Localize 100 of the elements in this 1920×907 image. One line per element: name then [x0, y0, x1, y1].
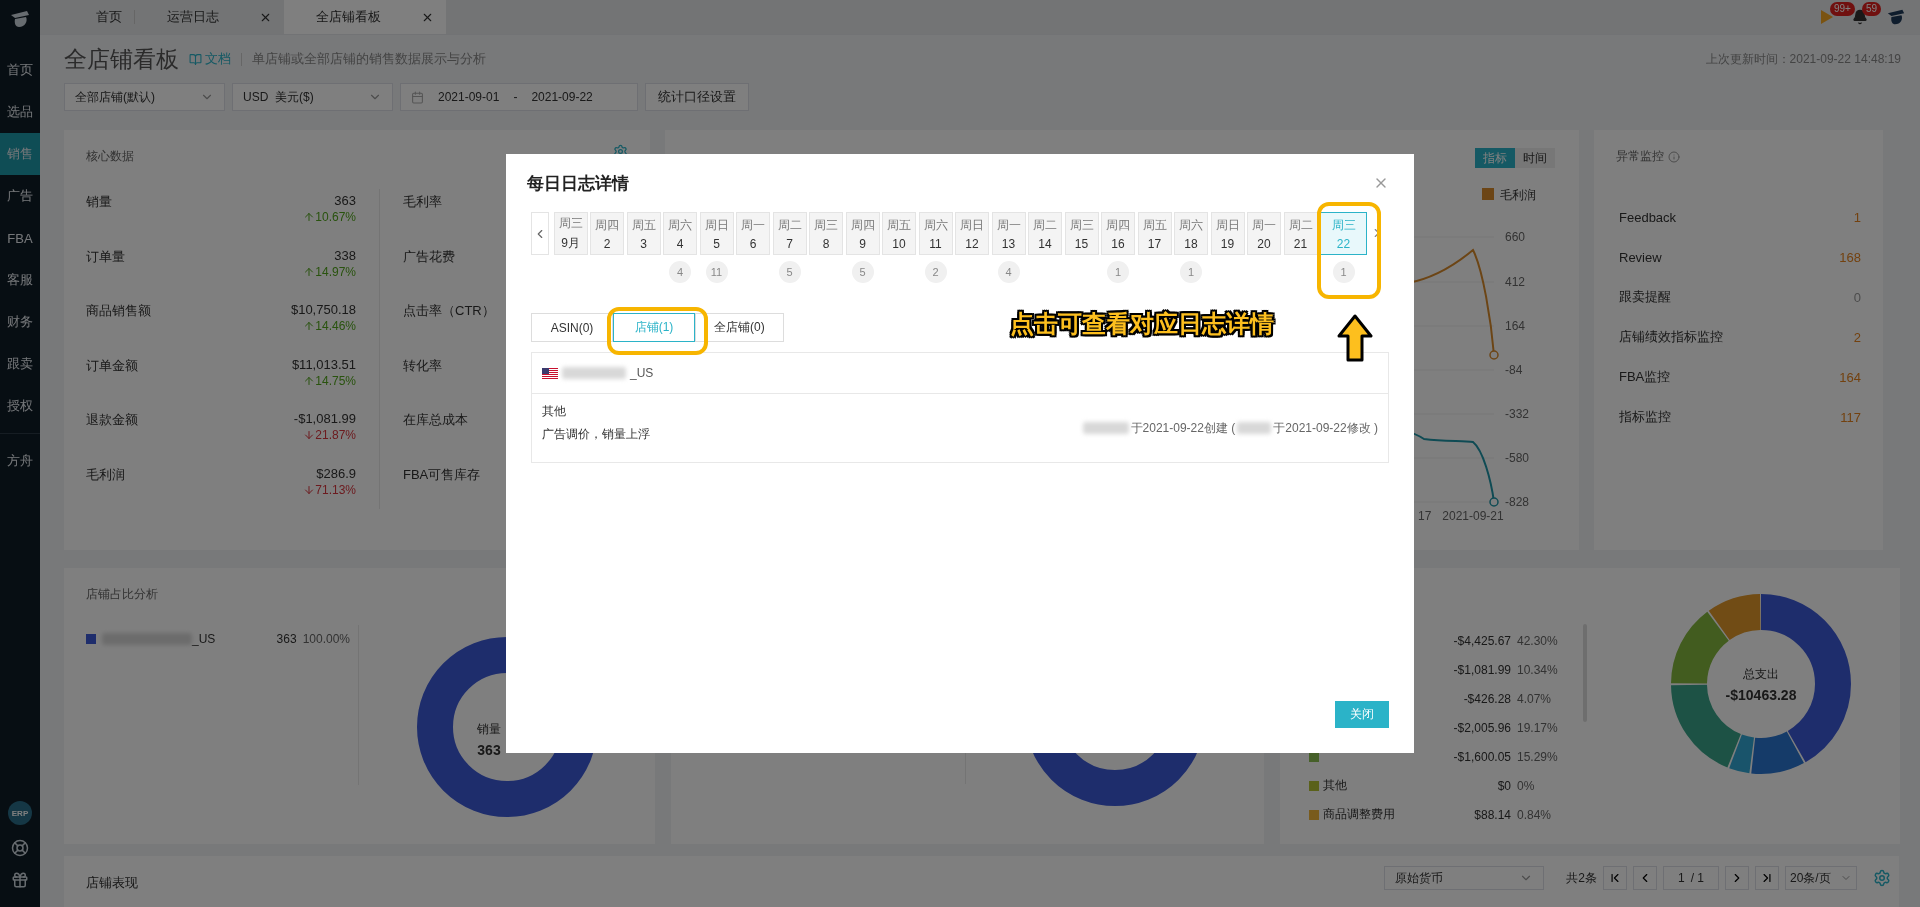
sidebar-item[interactable]: 跟卖 — [0, 343, 40, 385]
date-range-field[interactable]: 2021-09-01 - 2021-09-22 — [400, 83, 638, 111]
count-badge: 59 — [1862, 2, 1882, 16]
date-cell[interactable]: 周五 10 — [882, 212, 916, 255]
page-indicator[interactable]: 1 / 1 — [1663, 866, 1719, 890]
date-cell[interactable]: 周一 20 — [1247, 212, 1281, 255]
gift-icon[interactable] — [11, 871, 29, 889]
flag-icon[interactable] — [1820, 9, 1834, 25]
expense-percent: 4.07% — [1517, 691, 1553, 706]
log-count-badge: 2 — [924, 261, 947, 283]
log-count-badge: 5 — [778, 261, 801, 283]
avatar-icon[interactable] — [1886, 7, 1906, 27]
currency-select[interactable]: USD 美元($) — [232, 83, 393, 111]
store-name: _US — [192, 632, 216, 646]
monitor-label: 店铺绩效指标监控 — [1619, 328, 1723, 346]
metric-label: 订单量 — [86, 247, 125, 266]
card-title: 核心数据 — [86, 148, 134, 165]
annotation-text: 点击可查看对应日志详情 — [1010, 309, 1274, 339]
metric-label: 订单金额 — [86, 356, 138, 375]
expense-value: $88.14 — [1473, 807, 1512, 822]
expense-percent: 15.29% — [1517, 749, 1559, 764]
date-cell[interactable]: 周一 6 — [736, 212, 770, 255]
sidebar-item[interactable]: 客服 — [0, 259, 40, 301]
axis-tick-label: -580 — [1505, 451, 1530, 465]
close-button[interactable]: 关闭 — [1335, 701, 1389, 728]
metric-change: 71.13% — [303, 482, 356, 497]
erp-badge[interactable]: ERP — [8, 801, 32, 825]
date-cell[interactable]: 周日 12 — [955, 212, 989, 255]
bell-icon[interactable] — [1852, 9, 1868, 25]
date-cell[interactable]: 周六 18 — [1174, 212, 1208, 255]
log-count-badge: 4 — [997, 261, 1020, 283]
date-cell[interactable]: 周五 17 — [1137, 212, 1172, 255]
monitor-count: 164 — [1839, 369, 1861, 385]
page-tab[interactable]: 运营日志 — [135, 0, 284, 34]
sidebar-item[interactable]: 方舟 — [0, 440, 40, 482]
date-cell[interactable]: 周三 22 — [1320, 212, 1367, 255]
date-cell[interactable]: 周五 3 — [626, 212, 661, 255]
sidebar-item[interactable]: FBA — [0, 217, 40, 259]
date-cell[interactable]: 周六 11 — [918, 212, 953, 255]
donut-label: 销量 — [477, 721, 501, 738]
up-arrow-icon — [1337, 314, 1373, 362]
sidebar-item[interactable]: 首页 — [0, 49, 40, 91]
card-title: 异常监控 — [1616, 148, 1664, 165]
axis-tick-label: 17 — [1418, 509, 1432, 523]
last-page-icon — [1760, 871, 1774, 885]
date-cell[interactable]: 周二 21 — [1283, 212, 1318, 255]
date-cell[interactable]: 周四 9 — [845, 212, 880, 255]
date-cell[interactable]: 周二 7 — [772, 212, 807, 255]
down-arrow-icon — [303, 483, 316, 496]
date-cell[interactable]: 周四 16 — [1101, 212, 1135, 255]
log-count-badge: 1 — [1180, 261, 1202, 283]
date-cell[interactable]: 周四 2 — [590, 212, 624, 255]
expense-value: $0 — [1496, 778, 1512, 793]
donut-label: 总支出 — [1743, 666, 1779, 683]
blurred-text — [1082, 422, 1129, 434]
dialog-title: 每日日志详情 — [527, 172, 629, 195]
page-tab[interactable]: 全店铺看板 — [284, 0, 446, 34]
date-cell[interactable]: 周三 8 — [809, 212, 843, 255]
log-tab[interactable]: 店铺(1) — [613, 313, 695, 342]
currency-select[interactable]: 原始货币 — [1384, 866, 1545, 890]
page-size-select[interactable]: 20条/页 — [1785, 866, 1857, 890]
date-cell[interactable]: 周三 9月 — [553, 212, 588, 255]
last-page-button[interactable] — [1755, 866, 1779, 890]
sidebar-item[interactable]: 选品 — [0, 91, 40, 133]
expense-percent: 19.17% — [1517, 720, 1559, 735]
expense-percent: 0.84% — [1517, 807, 1553, 822]
date-cell[interactable]: 周二 14 — [1028, 212, 1062, 255]
sidebar-item[interactable]: 广告 — [0, 175, 40, 217]
metric-change: 14.97% — [303, 264, 356, 279]
data-point — [1489, 497, 1499, 507]
calendar-icon — [411, 90, 424, 104]
date-cell[interactable]: 周六 4 — [663, 212, 697, 255]
first-page-icon — [1608, 871, 1622, 885]
axis-tick-label: -84 — [1505, 363, 1523, 377]
axis-tick-label: 412 — [1505, 275, 1526, 289]
metric-value: 363 — [334, 193, 356, 208]
sidebar-item[interactable]: 财务 — [0, 301, 40, 343]
created-info: 于2021-09-22创建 ( — [1130, 419, 1236, 437]
store-select[interactable]: 全部店铺(默认) — [64, 83, 225, 111]
log-tab[interactable]: 全店铺(0) — [695, 313, 784, 342]
settings-button[interactable]: 统计口径设置 — [645, 83, 749, 111]
view-toggle[interactable]: 时间 — [1515, 148, 1555, 168]
metric-label: 转化率 — [403, 356, 442, 375]
date-cell[interactable]: 周日 5 — [699, 212, 734, 255]
first-page-button[interactable] — [1603, 866, 1627, 890]
date-cell[interactable]: 周日 19 — [1210, 212, 1245, 255]
support-icon[interactable] — [11, 839, 29, 857]
expense-percent: 10.34% — [1517, 662, 1559, 677]
next-page-button[interactable] — [1725, 866, 1749, 890]
date-cell[interactable]: 周三 15 — [1064, 212, 1099, 255]
legend-swatch — [1482, 188, 1494, 200]
log-category: 其他 — [542, 403, 567, 420]
book-icon — [189, 52, 202, 66]
previous-page-button[interactable] — [1633, 866, 1657, 890]
date-cell[interactable]: 周一 13 — [991, 212, 1026, 255]
metric-change: 21.87% — [303, 428, 356, 442]
sidebar-item[interactable]: 授权 — [0, 385, 40, 427]
metric-value: $286.9 — [316, 465, 356, 481]
log-count-badge: 1 — [1107, 261, 1129, 283]
page-tab[interactable]: 首页 — [64, 0, 134, 34]
